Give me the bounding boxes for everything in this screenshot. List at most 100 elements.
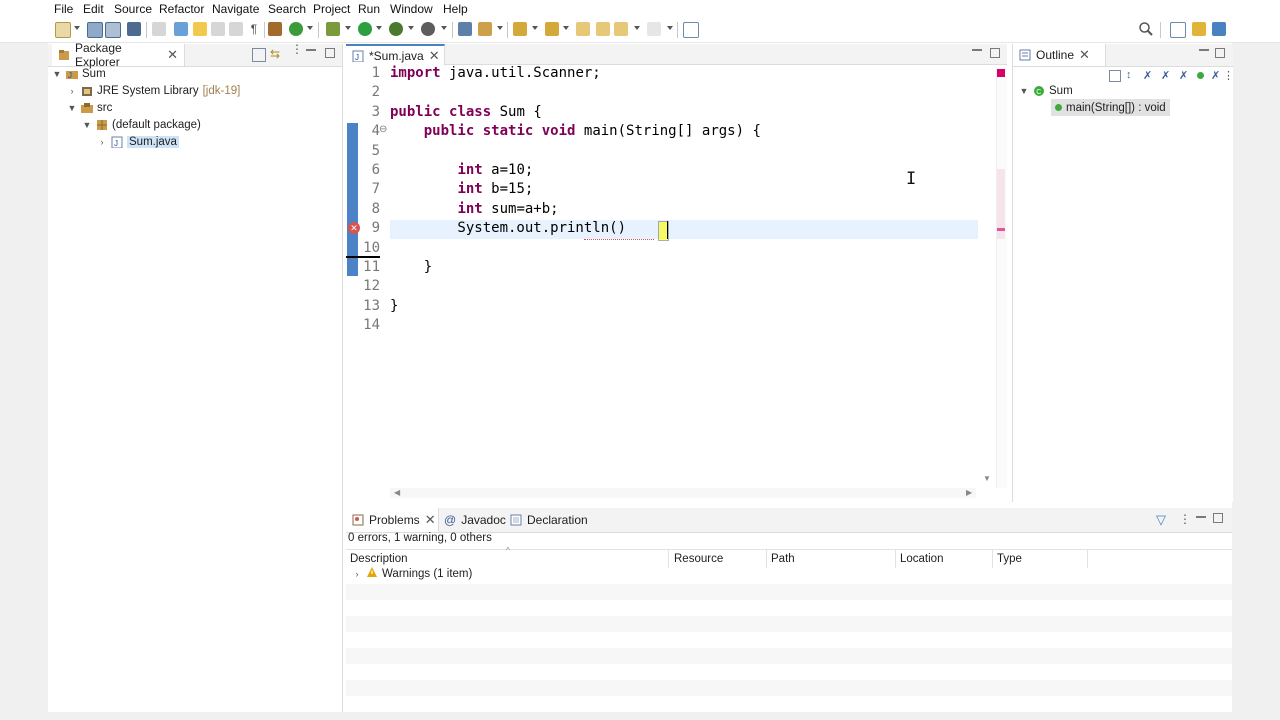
coverage-dropdown-icon[interactable] — [408, 26, 414, 30]
collapse-all-icon[interactable] — [252, 48, 266, 62]
maximize-icon[interactable] — [990, 48, 1000, 58]
tab-outline[interactable]: Outline ✕ — [1013, 44, 1106, 66]
collapsed-arrow-icon[interactable]: › — [97, 137, 107, 147]
tab-declaration[interactable]: Declaration — [504, 508, 594, 532]
maximize-icon[interactable] — [325, 48, 335, 58]
tree-item-sum-java[interactable]: › J Sum.java — [97, 133, 179, 150]
menu-navigate[interactable]: Navigate — [212, 2, 259, 16]
forward-arrow-icon[interactable] — [647, 22, 661, 36]
external-tools-dropdown-icon[interactable] — [441, 26, 447, 30]
overview-ruler[interactable] — [996, 68, 1007, 488]
code-line[interactable]: int sum=a+b; — [390, 201, 558, 217]
new-java-project-icon[interactable] — [268, 22, 282, 36]
hide-static-icon[interactable]: ✗ — [1161, 69, 1170, 82]
code-line[interactable]: public class Sum { — [390, 104, 542, 120]
column-type[interactable]: Type — [993, 550, 1088, 568]
last-edit-location-icon[interactable] — [576, 22, 590, 36]
view-menu-icon[interactable]: ⋮ — [1223, 69, 1234, 82]
tree-item-default-package[interactable]: ▼ (default package) — [82, 116, 201, 133]
close-icon[interactable]: ✕ — [1079, 47, 1090, 63]
link-with-editor-icon[interactable]: ⇆ — [270, 47, 282, 61]
error-summary-icon[interactable] — [997, 69, 1005, 77]
view-menu-icon[interactable]: ⋮ — [1179, 512, 1191, 526]
save-icon[interactable] — [87, 22, 103, 38]
minimize-icon[interactable] — [1199, 49, 1209, 51]
next-annotation-icon[interactable] — [513, 22, 527, 36]
code-line[interactable]: int a=10; — [390, 162, 533, 178]
filter-icon[interactable]: ▽ — [1156, 512, 1166, 528]
terminal-icon[interactable] — [127, 22, 141, 36]
new-class-dropdown-icon[interactable] — [307, 26, 313, 30]
back-dropdown-icon[interactable] — [634, 26, 640, 30]
debug-dropdown-icon[interactable] — [345, 26, 351, 30]
previous-annotation-icon[interactable] — [545, 22, 559, 36]
next-annotation-dropdown-icon[interactable] — [532, 26, 538, 30]
close-icon[interactable]: ✕ — [429, 48, 440, 64]
menu-refactor[interactable]: Refactor — [159, 2, 204, 16]
code-line[interactable]: } — [390, 298, 398, 314]
minimize-icon[interactable] — [306, 49, 316, 51]
outline-item-class[interactable]: ▼ C Sum — [1019, 82, 1073, 99]
expand-arrow-icon[interactable]: ▼ — [1019, 86, 1029, 96]
search-icon[interactable] — [1138, 21, 1154, 37]
outline-item-method[interactable]: main(String[]) : void — [1051, 99, 1170, 116]
minimize-icon[interactable] — [1196, 516, 1206, 518]
java-ee-perspective-icon[interactable] — [1192, 22, 1206, 36]
tab-sum-java[interactable]: J *Sum.java ✕ — [346, 44, 445, 66]
open-perspective-icon-right[interactable] — [1170, 22, 1186, 38]
close-icon[interactable]: ✕ — [167, 47, 178, 63]
menu-search[interactable]: Search — [268, 2, 306, 16]
pin-editor-icon[interactable] — [683, 22, 699, 38]
coverage-icon[interactable] — [389, 22, 403, 36]
new-icon[interactable] — [55, 22, 71, 38]
minimize-icon[interactable] — [972, 49, 982, 51]
hide-non-public-icon[interactable]: ✗ — [1179, 69, 1188, 82]
run-dropdown-icon[interactable] — [376, 26, 382, 30]
open-perspective-icon[interactable] — [174, 22, 188, 36]
show-public-icon[interactable] — [1197, 72, 1204, 79]
menu-run[interactable]: Run — [358, 2, 380, 16]
external-tools-icon[interactable] — [421, 22, 435, 36]
save-all-icon[interactable] — [105, 22, 121, 38]
block-selection-icon[interactable] — [211, 22, 225, 36]
collapsed-arrow-icon[interactable]: › — [352, 569, 362, 579]
view-menu-icon[interactable]: ⋮ — [291, 43, 303, 61]
word-wrap-icon[interactable] — [229, 22, 243, 36]
menu-edit[interactable]: Edit — [83, 2, 104, 16]
error-annotation-marker[interactable] — [997, 228, 1005, 231]
maximize-icon[interactable] — [1213, 513, 1223, 523]
column-location[interactable]: Location — [896, 550, 993, 568]
toggle-mark-occurrences-icon[interactable] — [193, 22, 207, 36]
code-line[interactable]: public static void main(String[] args) { — [390, 123, 761, 139]
collapsed-arrow-icon[interactable]: › — [67, 86, 77, 96]
tree-item-project[interactable]: ▼ J Sum — [52, 65, 106, 82]
new-dropdown-icon[interactable] — [74, 26, 80, 30]
expand-arrow-icon[interactable]: ▼ — [82, 120, 92, 130]
menu-file[interactable]: File — [54, 2, 73, 16]
code-line[interactable]: import java.util.Scanner; — [390, 65, 601, 81]
collapse-all-icon[interactable] — [1109, 70, 1121, 82]
run-icon[interactable] — [358, 22, 372, 36]
code-line[interactable]: int b=15; — [390, 181, 533, 197]
tab-javadoc[interactable]: @ Javadoc — [438, 508, 506, 532]
menu-source[interactable]: Source — [114, 2, 152, 16]
expand-arrow-icon[interactable]: ▼ — [52, 69, 62, 79]
menu-window[interactable]: Window — [390, 2, 433, 16]
maximize-icon[interactable] — [1215, 48, 1225, 58]
problems-row-warnings[interactable]: › Warnings (1 item) — [352, 565, 472, 582]
tab-problems[interactable]: Problems ✕ — [346, 508, 439, 532]
tab-package-explorer[interactable]: Package Explorer ✕ — [52, 41, 185, 69]
tree-item-jre-library[interactable]: › JRE System Library [jdk-19] — [67, 82, 241, 99]
column-path[interactable]: Path — [767, 550, 896, 568]
horizontal-scrollbar[interactable] — [390, 488, 976, 498]
java-perspective-icon[interactable] — [1212, 22, 1226, 36]
fold-icon[interactable]: ⊖ — [379, 124, 387, 135]
error-icon[interactable]: ✕ — [348, 222, 360, 234]
show-whitespace-icon[interactable]: ¶ — [247, 22, 261, 36]
scroll-left-icon[interactable]: ◀ — [394, 488, 400, 497]
sort-icon[interactable]: ↕ — [1126, 69, 1132, 81]
column-resource[interactable]: Resource — [670, 550, 767, 568]
close-icon[interactable]: ✕ — [425, 512, 436, 528]
code-line[interactable]: } — [390, 259, 432, 275]
skip-breakpoints-icon[interactable] — [152, 22, 166, 36]
